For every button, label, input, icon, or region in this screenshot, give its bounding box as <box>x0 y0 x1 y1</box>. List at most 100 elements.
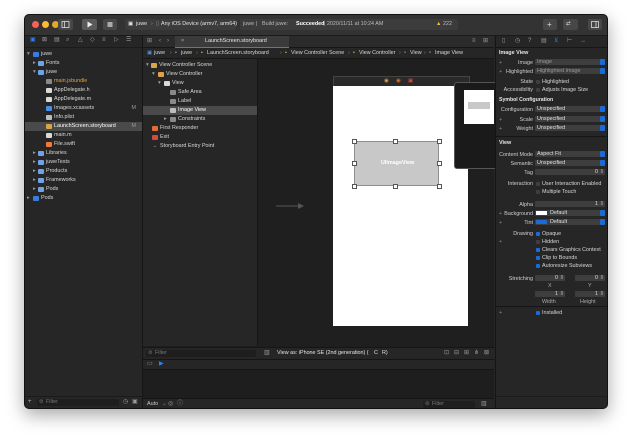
jump-bar-item[interactable]: juwe <box>154 50 165 56</box>
storyboard-canvas[interactable]: ◉ ◉ ▣ UIImageView <box>258 59 501 346</box>
stepper-icon[interactable]: ⇕ <box>599 275 604 281</box>
stretch-width-field[interactable]: 1 ⇕ <box>535 291 565 297</box>
grid-icon[interactable]: ⊞ <box>147 37 152 45</box>
add-variation-icon[interactable]: + <box>499 60 502 66</box>
attributes-inspector-icon[interactable]: ⊻ <box>554 37 558 45</box>
alpha-field[interactable]: 1 ⇕ <box>535 201 605 207</box>
scale-select[interactable]: Unspecified <box>535 116 605 122</box>
outline-item-first-responder[interactable]: First Responder <box>143 124 257 133</box>
test-icon[interactable]: ◇ <box>90 36 95 44</box>
highlighted-checkbox[interactable] <box>536 80 540 84</box>
background-select[interactable]: Default <box>535 210 605 216</box>
symbol-icon[interactable]: ▤ <box>54 36 60 44</box>
warning-icon[interactable]: ▲ <box>436 21 441 27</box>
navigator-item-file-swift[interactable]: File.swift <box>25 140 142 149</box>
jump-bar-item[interactable]: LaunchScreen.storyboard <box>207 50 269 56</box>
weight-select[interactable]: Unspecified <box>535 125 605 131</box>
navigator-item-libraries[interactable]: ▸ Libraries <box>25 149 142 158</box>
identity-inspector-icon[interactable]: ▤ <box>541 37 547 45</box>
navigator-item-info-plist[interactable]: Info.plist <box>25 113 142 122</box>
tag-field[interactable]: 0 ⇕ <box>535 169 605 175</box>
stepper-icon[interactable]: ⇕ <box>599 169 604 175</box>
outline-item-label-view[interactable]: Label <box>143 97 257 106</box>
info-icon[interactable]: ⓘ <box>177 400 183 408</box>
find-icon[interactable]: ⌕ <box>66 36 69 44</box>
user-interaction-checkbox[interactable] <box>536 182 540 186</box>
add-variation-icon[interactable]: + <box>499 239 502 245</box>
outline-filter-input[interactable]: ⊜ Filter <box>146 350 256 357</box>
stepper-icon[interactable]: ⇕ <box>559 275 564 281</box>
minimap[interactable] <box>454 82 501 169</box>
align-icon[interactable]: ⊟ <box>454 349 459 357</box>
stepper-icon[interactable]: ⇕ <box>599 201 604 207</box>
embed-icon[interactable]: ⊠ <box>484 349 489 357</box>
navigator-item-appdelegate-m[interactable]: AppDelegate.m <box>25 95 142 104</box>
source-control-icon[interactable]: ⊠ <box>42 36 47 44</box>
add-variation-icon[interactable]: + <box>499 69 502 75</box>
console-icon[interactable]: ▶ <box>159 360 164 368</box>
installed-checkbox[interactable] <box>536 311 540 315</box>
back-icon[interactable]: ‹ <box>159 37 161 45</box>
navigator-item-pods-project[interactable]: ▸ Pods <box>25 194 142 203</box>
clears-graphics-checkbox[interactable] <box>536 248 540 252</box>
warning-count[interactable]: 222 <box>443 21 452 27</box>
tint-select[interactable]: Default <box>535 219 605 225</box>
first-responder-dock-icon[interactable]: ◉ <box>396 78 401 84</box>
exit-dock-icon[interactable]: ▣ <box>408 78 413 84</box>
jump-bar-item[interactable]: Image View <box>435 50 463 56</box>
recent-files-icon[interactable]: ◷ <box>123 398 128 406</box>
forward-icon[interactable]: › <box>167 37 169 45</box>
navigator-item-main-jsbundle[interactable]: main.jsbundle <box>25 77 142 86</box>
editor-options-icon[interactable]: ≡ <box>472 37 476 45</box>
outline-item-constraints[interactable]: ▸ Constraints <box>143 115 257 124</box>
configuration-select[interactable]: Unspecified <box>535 106 605 112</box>
source-control-filter-icon[interactable]: ▣ <box>132 398 138 406</box>
resize-handle[interactable] <box>393 184 398 189</box>
update-frames-icon[interactable]: ⊡ <box>444 349 449 357</box>
navigator-item-appdelegate-h[interactable]: AppDelegate.h <box>25 86 142 95</box>
resize-handle[interactable] <box>352 139 357 144</box>
resize-handle[interactable] <box>437 184 442 189</box>
outline-item-safe-area[interactable]: Safe Area <box>143 88 257 97</box>
navigator-item-launchscreen[interactable]: LaunchScreen.storyboard M <box>25 122 142 131</box>
resize-handle[interactable] <box>437 139 442 144</box>
outline-item-scene[interactable]: ▾ View Controller Scene <box>143 61 257 70</box>
quick-help-icon[interactable]: ? <box>528 37 531 45</box>
resolve-issues-icon[interactable]: ⋔ <box>474 349 479 357</box>
close-tab-icon[interactable]: × <box>181 38 184 44</box>
stop-button[interactable] <box>103 19 117 30</box>
navigator-item-juwe-project[interactable]: ▾ juwe <box>25 50 142 59</box>
navigator-item-images-xcassets[interactable]: Images.xcassets M <box>25 104 142 113</box>
navigator-item-main-m[interactable]: main.m <box>25 131 142 140</box>
add-constraints-icon[interactable]: ⊞ <box>464 349 469 357</box>
stretch-x-field[interactable]: 0 ⇕ <box>535 275 565 281</box>
semantic-select[interactable]: Unspecified <box>535 160 605 166</box>
inspector-toggle-button[interactable] <box>588 19 602 30</box>
hide-debug-icon[interactable]: ▭ <box>147 360 153 368</box>
navigator-item-juwe-group[interactable]: ▾ juwe <box>25 68 142 77</box>
report-icon[interactable]: ☰ <box>126 36 131 44</box>
add-variation-icon[interactable]: + <box>499 211 502 217</box>
history-inspector-icon[interactable]: ◷ <box>515 37 520 45</box>
multiple-touch-checkbox[interactable] <box>536 190 540 194</box>
add-variation-icon[interactable]: + <box>499 310 502 316</box>
size-inspector-icon[interactable]: ⊢ <box>567 37 572 45</box>
jump-bar-item[interactable]: View Controller Scene <box>291 50 344 56</box>
stretch-y-field[interactable]: 0 ⇕ <box>575 275 605 281</box>
resize-handle[interactable] <box>352 161 357 166</box>
stepper-icon[interactable]: ⇕ <box>599 291 604 297</box>
navigator-item-products[interactable]: ▸ Products <box>25 167 142 176</box>
close-window-button[interactable] <box>32 21 39 28</box>
add-icon[interactable]: + <box>28 398 32 406</box>
tab-launchscreen[interactable]: × LaunchScreen.storyboard <box>175 36 289 48</box>
autoresize-checkbox[interactable] <box>536 264 540 268</box>
outline-item-view-controller[interactable]: ▾ View Controller <box>143 70 257 79</box>
add-variation-icon[interactable]: + <box>499 220 502 226</box>
view-controller-dock-icon[interactable]: ◉ <box>384 78 389 84</box>
add-editor-icon[interactable]: ⊞ <box>483 37 488 45</box>
file-inspector-icon[interactable]: ▯ <box>502 37 505 45</box>
run-button[interactable] <box>82 19 97 30</box>
add-variation-icon[interactable]: + <box>499 126 502 132</box>
hidden-checkbox[interactable] <box>536 240 540 244</box>
resize-handle[interactable] <box>437 161 442 166</box>
